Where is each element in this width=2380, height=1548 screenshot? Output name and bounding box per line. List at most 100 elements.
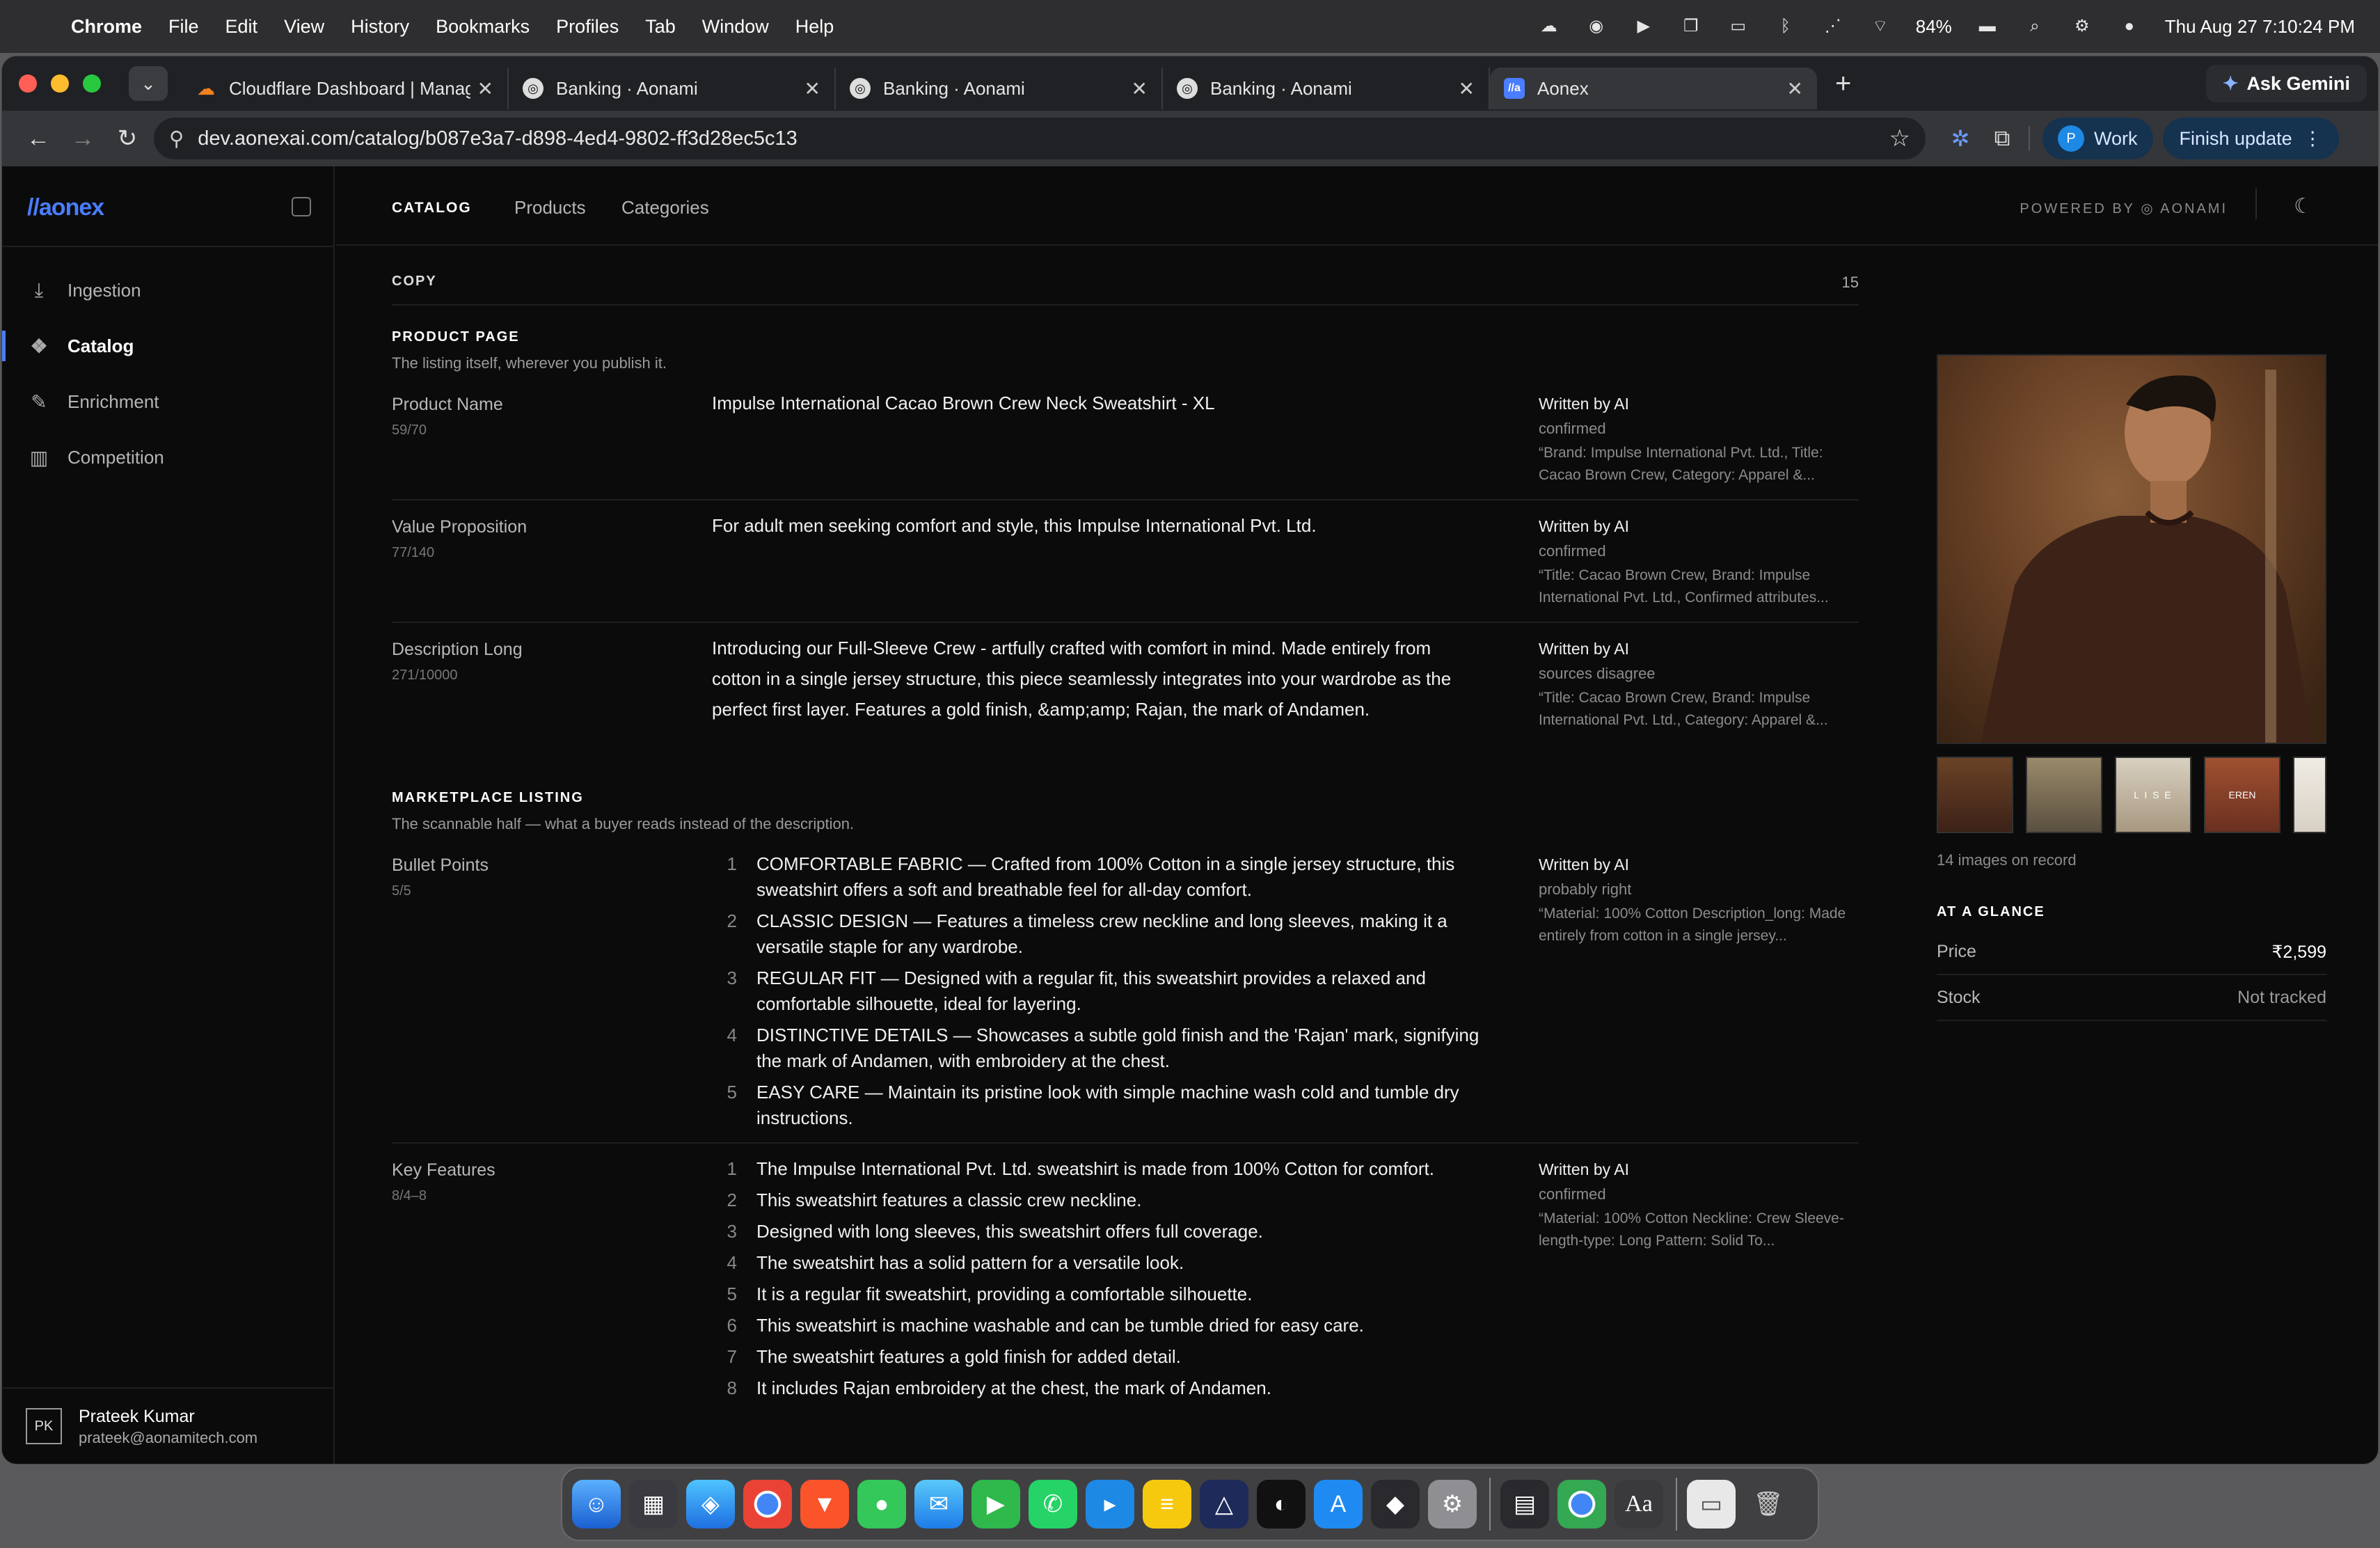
menu-edit[interactable]: Edit (225, 16, 258, 38)
thumbnail-2[interactable] (2026, 757, 2102, 833)
profile-button[interactable]: P Work (2042, 118, 2153, 159)
system-settings-icon[interactable]: ⚙ (1428, 1480, 1477, 1529)
extension-gear-icon[interactable]: ✲ (1939, 125, 1981, 152)
zoom-window-button[interactable] (83, 74, 101, 93)
menu-bookmarks[interactable]: Bookmarks (436, 16, 530, 38)
ask-gemini-button[interactable]: ✦ Ask Gemini (2205, 65, 2367, 102)
close-tab-icon[interactable]: ✕ (1459, 77, 1475, 100)
github-icon[interactable]: ◐ (1257, 1480, 1306, 1529)
display-icon[interactable]: ▭ (1727, 17, 1750, 35)
close-tab-icon[interactable]: ✕ (1132, 77, 1148, 100)
field-value[interactable]: Introducing our Full-Sleeve Crew - artfu… (712, 633, 1470, 725)
copy-heading: COPY (392, 274, 437, 289)
menu-window[interactable]: Window (702, 16, 769, 38)
downloads-folder-icon[interactable]: ▭ (1687, 1480, 1736, 1529)
battery-icon[interactable]: ▬ (1976, 17, 1999, 35)
dictionary-icon[interactable]: Aa (1615, 1480, 1663, 1529)
facetime-icon[interactable]: ▶ (971, 1480, 1020, 1529)
new-tab-button[interactable]: + (1835, 68, 1851, 100)
menu-tab[interactable]: Tab (645, 16, 676, 38)
layers-icon[interactable]: ◆ (1371, 1480, 1420, 1529)
sidebar-item-catalog[interactable]: ❖ Catalog (2, 324, 335, 368)
tab-aonex[interactable]: //a Aonex ✕ (1490, 68, 1817, 109)
menu-history[interactable]: History (351, 16, 409, 38)
close-tab-icon[interactable]: ✕ (477, 77, 493, 100)
play-icon[interactable]: ▶ (1632, 17, 1656, 35)
user-avatar[interactable]: PK (26, 1408, 62, 1444)
extensions-puzzle-icon[interactable]: ⧉ (1981, 125, 2023, 152)
theme-toggle-moon-icon[interactable]: ☾ (2294, 194, 2312, 219)
provenance-quote: “Title: Cacao Brown Crew, Brand: Impulse… (1539, 567, 1829, 606)
close-tab-icon[interactable]: ✕ (804, 77, 820, 100)
menu-app-name[interactable]: Chrome (71, 16, 142, 38)
safari-icon[interactable]: ◈ (686, 1480, 735, 1529)
provenance-label: Written by AI (1539, 395, 1629, 413)
wifi-icon[interactable]: ⌔ (1869, 17, 1892, 35)
menu-file[interactable]: File (168, 16, 199, 38)
finish-update-button[interactable]: Finish update ⋮ (2162, 118, 2339, 159)
tab-title: Cloudflare Dashboard | Manage (229, 77, 470, 99)
brave-icon[interactable]: ▼ (800, 1480, 849, 1529)
nav-products[interactable]: Products (514, 197, 586, 219)
reload-icon[interactable]: ↻ (105, 125, 150, 152)
bookmark-star-icon[interactable]: ☆ (1889, 125, 1910, 152)
thumbnail-5[interactable] (2293, 757, 2326, 833)
clock[interactable]: Thu Aug 27 7:10:24 PM (2165, 16, 2355, 38)
control-center-icon[interactable]: ⚙ (2070, 17, 2094, 35)
affinity-icon[interactable]: △ (1200, 1480, 1248, 1529)
sidebar-item-enrichment[interactable]: ✎ Enrichment (2, 379, 335, 424)
close-window-button[interactable] (19, 74, 37, 93)
aonex-logo[interactable]: //aonex (27, 194, 104, 221)
nav-catalog[interactable]: CATALOG (392, 200, 472, 216)
notes-icon[interactable]: ≡ (1143, 1480, 1191, 1529)
tab-search-button[interactable]: ⌄ (129, 66, 168, 101)
windows-icon[interactable]: ❐ (1679, 17, 1703, 35)
minimize-window-button[interactable] (51, 74, 69, 93)
spotlight-search-icon[interactable]: ⌕ (2023, 17, 2047, 35)
zoom-icon[interactable]: ▸ (1086, 1480, 1134, 1529)
forward-icon[interactable]: → (61, 125, 105, 152)
menu-help[interactable]: Help (795, 16, 834, 38)
thumbnail-3[interactable]: L I S E (2115, 757, 2191, 833)
network-icon[interactable]: ⋰ (1821, 17, 1845, 35)
field-value[interactable]: For adult men seeking comfort and style,… (712, 510, 1470, 541)
circle-icon[interactable]: ◉ (1585, 17, 1608, 35)
macos-dock: ☺ ▦ ◈ ▼ ● ✉ ▶ ✆ ▸ ≡ △ ◐ A ◆ ⚙ ▤ Aa ▭ 🗑 (561, 1467, 1819, 1541)
cloud-icon[interactable]: ☁ (1537, 17, 1561, 35)
chrome-icon[interactable] (743, 1480, 792, 1529)
tab-banking-1[interactable]: ◎ Banking · Aonami ✕ (509, 68, 836, 109)
address-bar[interactable]: ⚲ dev.aonexai.com/catalog/b087e3a7-d898-… (154, 118, 1926, 159)
thumbnail-1[interactable] (1937, 757, 2013, 833)
launchpad-icon[interactable]: ▦ (629, 1480, 678, 1529)
menu-profiles[interactable]: Profiles (556, 16, 619, 38)
sidebar-item-competition[interactable]: ▥ Competition (2, 435, 335, 480)
app-store-icon[interactable]: A (1314, 1480, 1363, 1529)
tab-banking-3[interactable]: ◎ Banking · Aonami ✕ (1163, 68, 1490, 109)
window-thumbnail-icon[interactable]: ▤ (1500, 1480, 1549, 1529)
tab-cloudflare[interactable]: ☁ Cloudflare Dashboard | Manage ✕ (182, 68, 509, 109)
field-value[interactable]: Impulse International Cacao Brown Crew N… (712, 388, 1470, 418)
tab-strip: ⌄ ☁ Cloudflare Dashboard | Manage ✕ ◎ Ba… (2, 56, 2378, 111)
provenance-label: Written by AI (1539, 640, 1629, 658)
back-icon[interactable]: ← (16, 125, 61, 152)
sidebar-item-ingestion[interactable]: ⤓ Ingestion (2, 268, 335, 313)
nav-categories[interactable]: Categories (621, 197, 709, 219)
mail-icon[interactable]: ✉ (914, 1480, 963, 1529)
tab-banking-2[interactable]: ◎ Banking · Aonami ✕ (836, 68, 1163, 109)
item-number: 5 (727, 1284, 737, 1304)
bluetooth-icon[interactable]: ᛒ (1774, 17, 1798, 35)
finder-icon[interactable]: ☺ (572, 1480, 621, 1529)
collapse-sidebar-icon[interactable] (292, 197, 311, 216)
site-info-icon[interactable]: ⚲ (169, 127, 184, 151)
siri-icon[interactable]: ● (2118, 17, 2141, 35)
thumbnail-4[interactable]: EREN (2204, 757, 2280, 833)
provenance-label: Written by AI (1539, 517, 1629, 535)
messages-icon[interactable]: ● (857, 1480, 906, 1529)
trash-icon[interactable]: 🗑 (1744, 1480, 1793, 1529)
close-tab-icon[interactable]: ✕ (1787, 77, 1803, 100)
item-number: 2 (727, 910, 737, 931)
whatsapp-icon[interactable]: ✆ (1029, 1480, 1077, 1529)
product-main-image[interactable] (1937, 354, 2326, 744)
chrome-minimized-icon[interactable] (1557, 1480, 1606, 1529)
menu-view[interactable]: View (284, 16, 324, 38)
